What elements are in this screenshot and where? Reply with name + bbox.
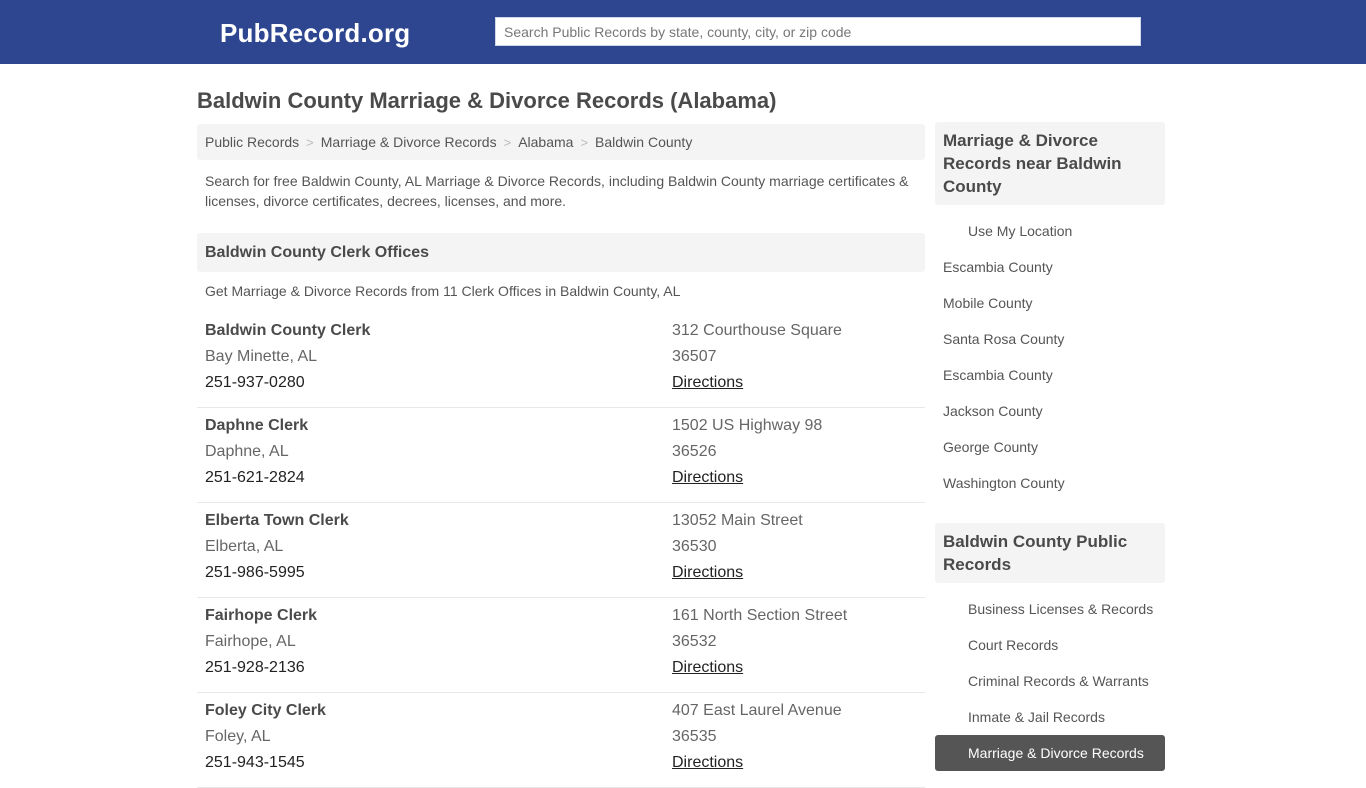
directions-link[interactable]: Directions <box>672 564 743 581</box>
county-public-records-title: Baldwin County Public Records <box>935 523 1165 583</box>
office-zip: 36526 <box>672 443 717 460</box>
directions-link[interactable]: Directions <box>672 374 743 391</box>
nearby-county-link[interactable]: Washington County <box>935 465 1165 501</box>
use-my-location-link[interactable]: Use My Location <box>935 213 1165 249</box>
office-phone[interactable]: 251-943-1545 <box>205 754 305 771</box>
nearby-county-link[interactable]: Escambia County <box>935 357 1165 393</box>
site-header: PubRecord.org <box>0 0 1366 64</box>
office-zip: 36532 <box>672 633 717 650</box>
directions-link[interactable]: Directions <box>672 754 743 771</box>
office-item: Fairhope Clerk Fairhope, AL 251-928-2136… <box>197 598 925 693</box>
breadcrumb-separator: > <box>503 134 512 150</box>
breadcrumb-item-alabama[interactable]: Alabama <box>518 134 573 150</box>
directions-link[interactable]: Directions <box>672 469 743 486</box>
office-name: Daphne Clerk <box>205 417 309 434</box>
breadcrumb-separator: > <box>306 134 314 150</box>
site-logo[interactable]: PubRecord.org <box>220 18 410 49</box>
nearby-county-link[interactable]: Escambia County <box>935 249 1165 285</box>
office-city: Bay Minette, AL <box>205 348 318 365</box>
office-city: Daphne, AL <box>205 443 289 460</box>
office-zip: 36530 <box>672 538 717 555</box>
office-name: Elberta Town Clerk <box>205 512 349 529</box>
office-name: Baldwin County Clerk <box>205 322 371 339</box>
office-item: Daphne Clerk Daphne, AL 251-621-2824 150… <box>197 408 925 503</box>
office-city: Elberta, AL <box>205 538 284 555</box>
section-subtitle: Get Marriage & Divorce Records from 11 C… <box>205 283 681 299</box>
office-phone[interactable]: 251-621-2824 <box>205 469 305 486</box>
sidebar-item-business-licenses[interactable]: Business Licenses & Records <box>935 591 1165 627</box>
breadcrumb-separator: > <box>580 134 589 150</box>
office-address: 13052 Main Street <box>672 512 803 529</box>
breadcrumb: Public Records > Marriage & Divorce Reco… <box>197 124 925 160</box>
office-address: 407 East Laurel Avenue <box>672 702 842 719</box>
nearby-county-link[interactable]: Jackson County <box>935 393 1165 429</box>
nearby-list: Use My Location Escambia County Mobile C… <box>935 213 1165 501</box>
sidebar-item-criminal-records[interactable]: Criminal Records & Warrants <box>935 663 1165 699</box>
nearby-records-title: Marriage & Divorce Records near Baldwin … <box>935 122 1165 205</box>
sidebar-item-marriage-divorce-active[interactable]: Marriage & Divorce Records <box>935 735 1165 771</box>
office-list: Baldwin County Clerk Bay Minette, AL 251… <box>197 313 925 788</box>
office-phone[interactable]: 251-986-5995 <box>205 564 305 581</box>
office-item: Foley City Clerk Foley, AL 251-943-1545 … <box>197 693 925 788</box>
office-address: 1502 US Highway 98 <box>672 417 823 434</box>
office-name: Fairhope Clerk <box>205 607 318 624</box>
public-records-list: Business Licenses & Records Court Record… <box>935 591 1165 771</box>
section-title: Baldwin County Clerk Offices <box>197 233 925 272</box>
office-city: Foley, AL <box>205 728 271 745</box>
directions-link[interactable]: Directions <box>672 659 743 676</box>
nearby-county-link[interactable]: Santa Rosa County <box>935 321 1165 357</box>
office-phone[interactable]: 251-937-0280 <box>205 374 305 391</box>
sidebar-item-court-records[interactable]: Court Records <box>935 627 1165 663</box>
office-name: Foley City Clerk <box>205 702 326 719</box>
sidebar-item-inmate-records[interactable]: Inmate & Jail Records <box>935 699 1165 735</box>
intro-text: Search for free Baldwin County, AL Marri… <box>205 173 909 209</box>
breadcrumb-item-public-records[interactable]: Public Records <box>205 134 299 150</box>
nearby-county-link[interactable]: Mobile County <box>935 285 1165 321</box>
sidebar: Marriage & Divorce Records near Baldwin … <box>935 122 1165 771</box>
breadcrumb-item-baldwin-county[interactable]: Baldwin County <box>595 134 692 150</box>
office-item: Baldwin County Clerk Bay Minette, AL 251… <box>197 313 925 408</box>
main-content: Baldwin County Marriage & Divorce Record… <box>197 64 925 788</box>
nearby-county-link[interactable]: George County <box>935 429 1165 465</box>
office-city: Fairhope, AL <box>205 633 296 650</box>
search-input[interactable] <box>495 17 1141 46</box>
office-zip: 36507 <box>672 348 717 365</box>
office-address: 161 North Section Street <box>672 607 848 624</box>
office-item: Elberta Town Clerk Elberta, AL 251-986-5… <box>197 503 925 598</box>
office-address: 312 Courthouse Square <box>672 322 842 339</box>
page-title: Baldwin County Marriage & Divorce Record… <box>197 88 777 113</box>
office-phone[interactable]: 251-928-2136 <box>205 659 305 676</box>
breadcrumb-item-marriage-divorce[interactable]: Marriage & Divorce Records <box>321 134 497 150</box>
office-zip: 36535 <box>672 728 717 745</box>
